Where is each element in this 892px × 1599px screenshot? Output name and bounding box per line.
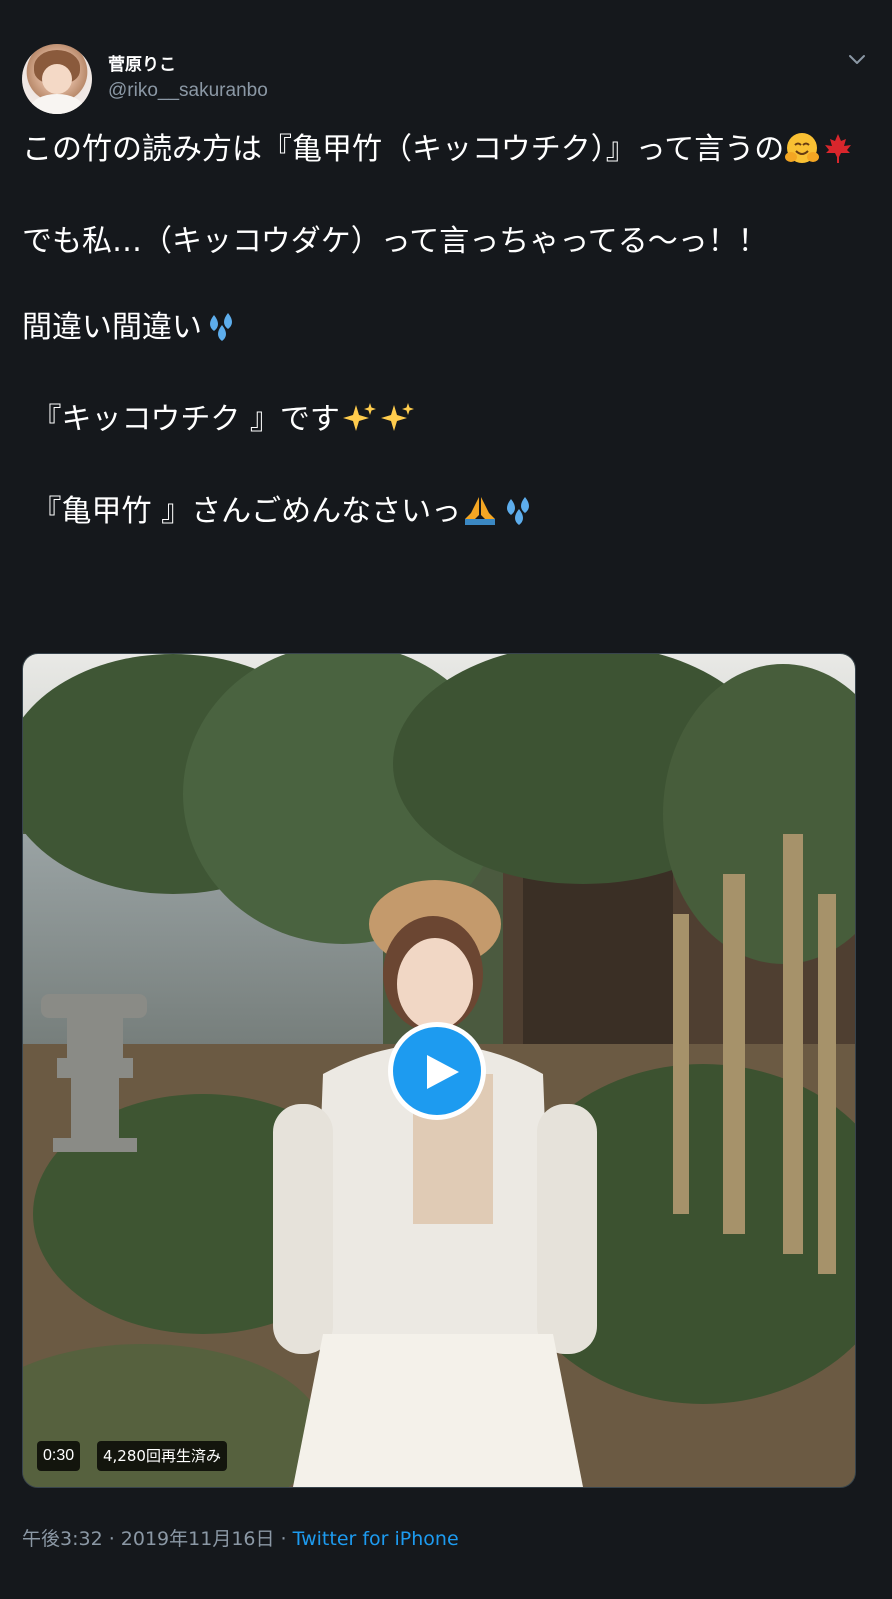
play-button[interactable] [388, 1022, 486, 1120]
tweet-date[interactable]: 2019年11月16日 [121, 1528, 275, 1550]
maple-leaf-icon [820, 131, 856, 177]
tweet-source-link[interactable]: Twitter for iPhone [293, 1528, 459, 1550]
author-name[interactable]: 菅原りこ [108, 50, 176, 75]
play-icon [427, 1055, 459, 1089]
tweet-paragraph: 間違い間違い [22, 306, 872, 355]
video-view-count: 4,280回再生済み [97, 1441, 227, 1471]
tweet-paragraph-text: でも私…（キッコウダケ）って言っちゃってる〜っ！！ [22, 224, 768, 259]
hugging-face-icon [784, 131, 820, 177]
sweat-droplets-icon [202, 309, 242, 355]
tweet-meta: 午後3:32 · 2019年11月16日 · Twitter for iPhon… [22, 1524, 459, 1551]
avatar[interactable] [22, 44, 92, 114]
avatar-face [42, 64, 72, 94]
sparkles-icon [378, 401, 416, 447]
chevron-down-icon[interactable] [846, 48, 868, 70]
meta-separator: · [102, 1528, 121, 1550]
tweet: 菅原りこ @riko__sakuranbo この竹の読み方は『亀甲竹（キッコウチ… [0, 0, 892, 1599]
video-player[interactable]: 0:30 4,280回再生済み [22, 653, 856, 1488]
tweet-paragraph-text: 『亀甲竹 』さんごめんなさいっ [22, 494, 462, 529]
tweet-paragraph-text: この竹の読み方は『亀甲竹（キッコウチク）』って言うの [22, 132, 785, 167]
author-handle[interactable]: @riko__sakuranbo [108, 80, 268, 102]
tweet-time[interactable]: 午後3:32 [22, 1528, 103, 1550]
tweet-paragraph-text: 間違い間違い [22, 310, 202, 345]
sparkles-icon [340, 401, 378, 447]
tweet-paragraph: 『キッコウチク 』です [22, 398, 872, 447]
tweet-paragraph-text: 『キッコウチク 』です [22, 402, 340, 437]
tweet-text: この竹の読み方は『亀甲竹（キッコウチク）』って言うの でも私…（キッコウダケ）っ… [22, 128, 872, 539]
tweet-paragraph: 『亀甲竹 』さんごめんなさいっ [22, 490, 872, 539]
video-duration: 0:30 [37, 1441, 81, 1471]
avatar-body [30, 94, 84, 114]
meta-separator: · [274, 1528, 293, 1550]
tweet-paragraph: でも私…（キッコウダケ）って言っちゃってる〜っ！！ [22, 220, 872, 263]
sweat-droplets-icon [499, 493, 539, 539]
folded-hands-icon [461, 493, 499, 539]
tweet-paragraph: この竹の読み方は『亀甲竹（キッコウチク）』って言うの [22, 128, 872, 177]
